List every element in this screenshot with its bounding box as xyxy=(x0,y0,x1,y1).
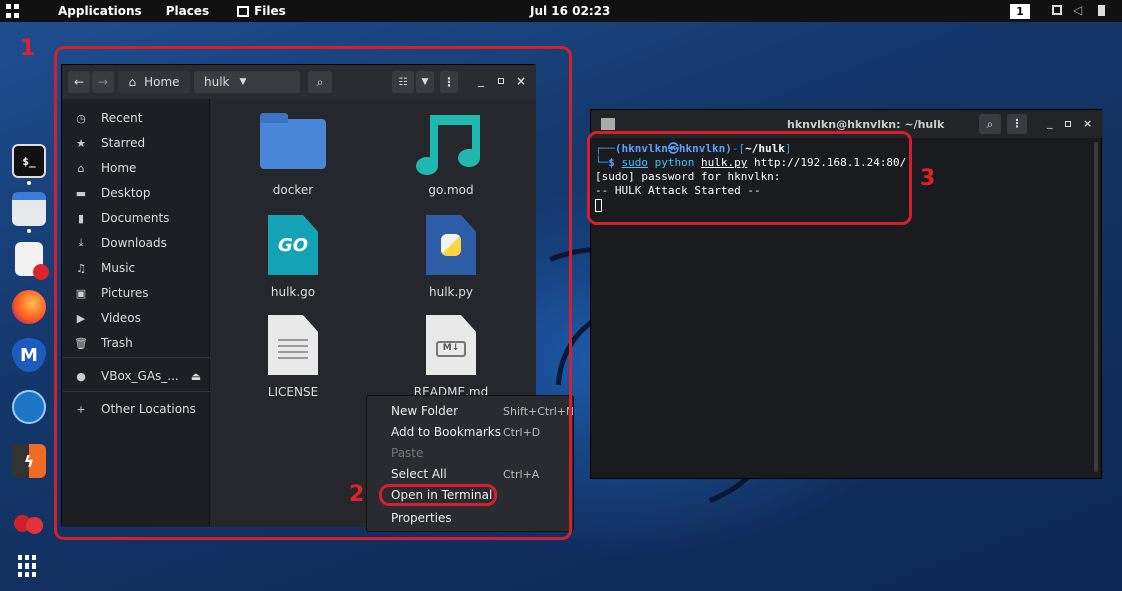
annotation-box-files xyxy=(54,46,572,540)
files-app-label: Files xyxy=(254,4,286,18)
volume-icon[interactable]: ◁ xyxy=(1073,3,1082,17)
files-cabinet-icon xyxy=(237,5,250,17)
applications-menu[interactable]: Applications xyxy=(58,4,142,18)
menu-button[interactable]: ⋮ xyxy=(1007,114,1027,134)
search-button[interactable]: ⌕ xyxy=(979,114,1001,134)
battery-icon[interactable] xyxy=(1098,5,1105,16)
annotation-number-3: 3 xyxy=(920,166,936,191)
metasploit-icon[interactable]: M xyxy=(12,338,46,372)
maximize-button[interactable] xyxy=(1065,121,1071,127)
firefox-icon[interactable] xyxy=(12,290,46,324)
workspace-indicator[interactable]: 1 xyxy=(1010,4,1030,19)
close-button[interactable]: × xyxy=(1083,117,1092,130)
annotation-number-2: 2 xyxy=(349,482,365,507)
pen-badge-icon xyxy=(33,264,49,280)
files-icon[interactable] xyxy=(12,192,46,226)
top-panel: Applications Places Files Jul 16 02:23 1… xyxy=(0,0,1122,22)
activities-icon[interactable] xyxy=(6,4,20,18)
burpsuite-icon[interactable]: ϟ xyxy=(12,444,46,478)
running-indicator xyxy=(27,229,31,233)
files-app-menu[interactable]: Files xyxy=(237,4,286,18)
terminal-icon[interactable]: $_ xyxy=(12,144,46,178)
running-indicator xyxy=(27,181,31,185)
annotation-number-1: 1 xyxy=(20,36,36,61)
search-icon: ⌕ xyxy=(986,117,994,131)
dock: $_ M ϟ xyxy=(0,130,60,591)
annotation-box-open-terminal xyxy=(379,484,497,506)
new-tab-icon[interactable] xyxy=(601,118,615,130)
show-apps-icon[interactable] xyxy=(18,555,40,577)
cherry-right xyxy=(26,517,43,534)
screen-icon[interactable] xyxy=(1052,5,1062,15)
minimize-button[interactable]: _ xyxy=(1047,116,1053,129)
annotation-box-terminal-command xyxy=(587,131,912,225)
text-editor-icon[interactable] xyxy=(15,242,49,280)
cherrytree-icon[interactable] xyxy=(12,500,46,534)
clock[interactable]: Jul 16 02:23 xyxy=(530,4,610,18)
wireshark-icon[interactable] xyxy=(12,390,46,424)
terminal-title: hknvlkn@hknvlkn: ~/hulk xyxy=(787,118,945,131)
places-menu[interactable]: Places xyxy=(166,4,209,18)
terminal-scrollbar[interactable] xyxy=(1094,142,1098,472)
